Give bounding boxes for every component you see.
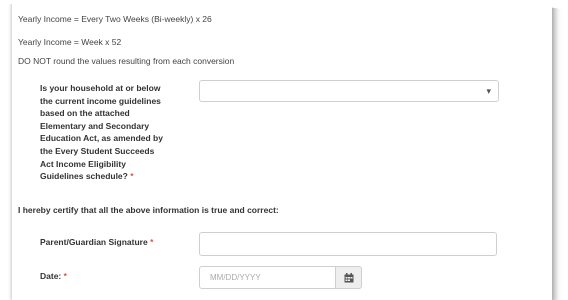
question-line: Is your household at or below [40, 83, 161, 93]
income-guidelines-select[interactable]: ▾ [199, 80, 499, 102]
chevron-down-icon: ▾ [486, 86, 491, 96]
required-marker: * [150, 237, 154, 247]
income-guidelines-question: Is your household at or below the curren… [40, 82, 190, 183]
question-line: based on the attached [40, 108, 130, 119]
question-line: Elementary and Secondary [40, 120, 150, 131]
signature-label: Parent/Guardian Signature * [40, 237, 153, 247]
date-label: Date: * [40, 271, 67, 281]
question-line: Education Act, as amended by [40, 133, 163, 144]
date-picker-button[interactable] [336, 266, 362, 289]
question-line: Guidelines schedule? [40, 171, 128, 182]
date-input[interactable]: MM/DD/YYYY [199, 266, 336, 289]
signature-input[interactable] [199, 232, 497, 256]
question-line-last: Guidelines schedule? * [40, 170, 190, 183]
required-marker: * [63, 271, 67, 281]
question-line: the Every Student Succeeds [40, 145, 155, 156]
torn-paper-edge [0, 0, 568, 17]
date-label-text: Date: [40, 271, 62, 281]
question-line: Act Income Eligibility [40, 158, 126, 169]
question-line: the current income guidelines [40, 95, 161, 106]
signature-label-text: Parent/Guardian Signature [40, 237, 148, 247]
rounding-note: DO NOT round the values resulting from e… [18, 56, 235, 66]
certification-statement: I hereby certify that all the above info… [18, 205, 279, 215]
calendar-icon [344, 273, 354, 283]
weekly-conversion-text: Yearly Income = Week x 52 [18, 37, 122, 47]
required-marker: * [130, 171, 134, 182]
